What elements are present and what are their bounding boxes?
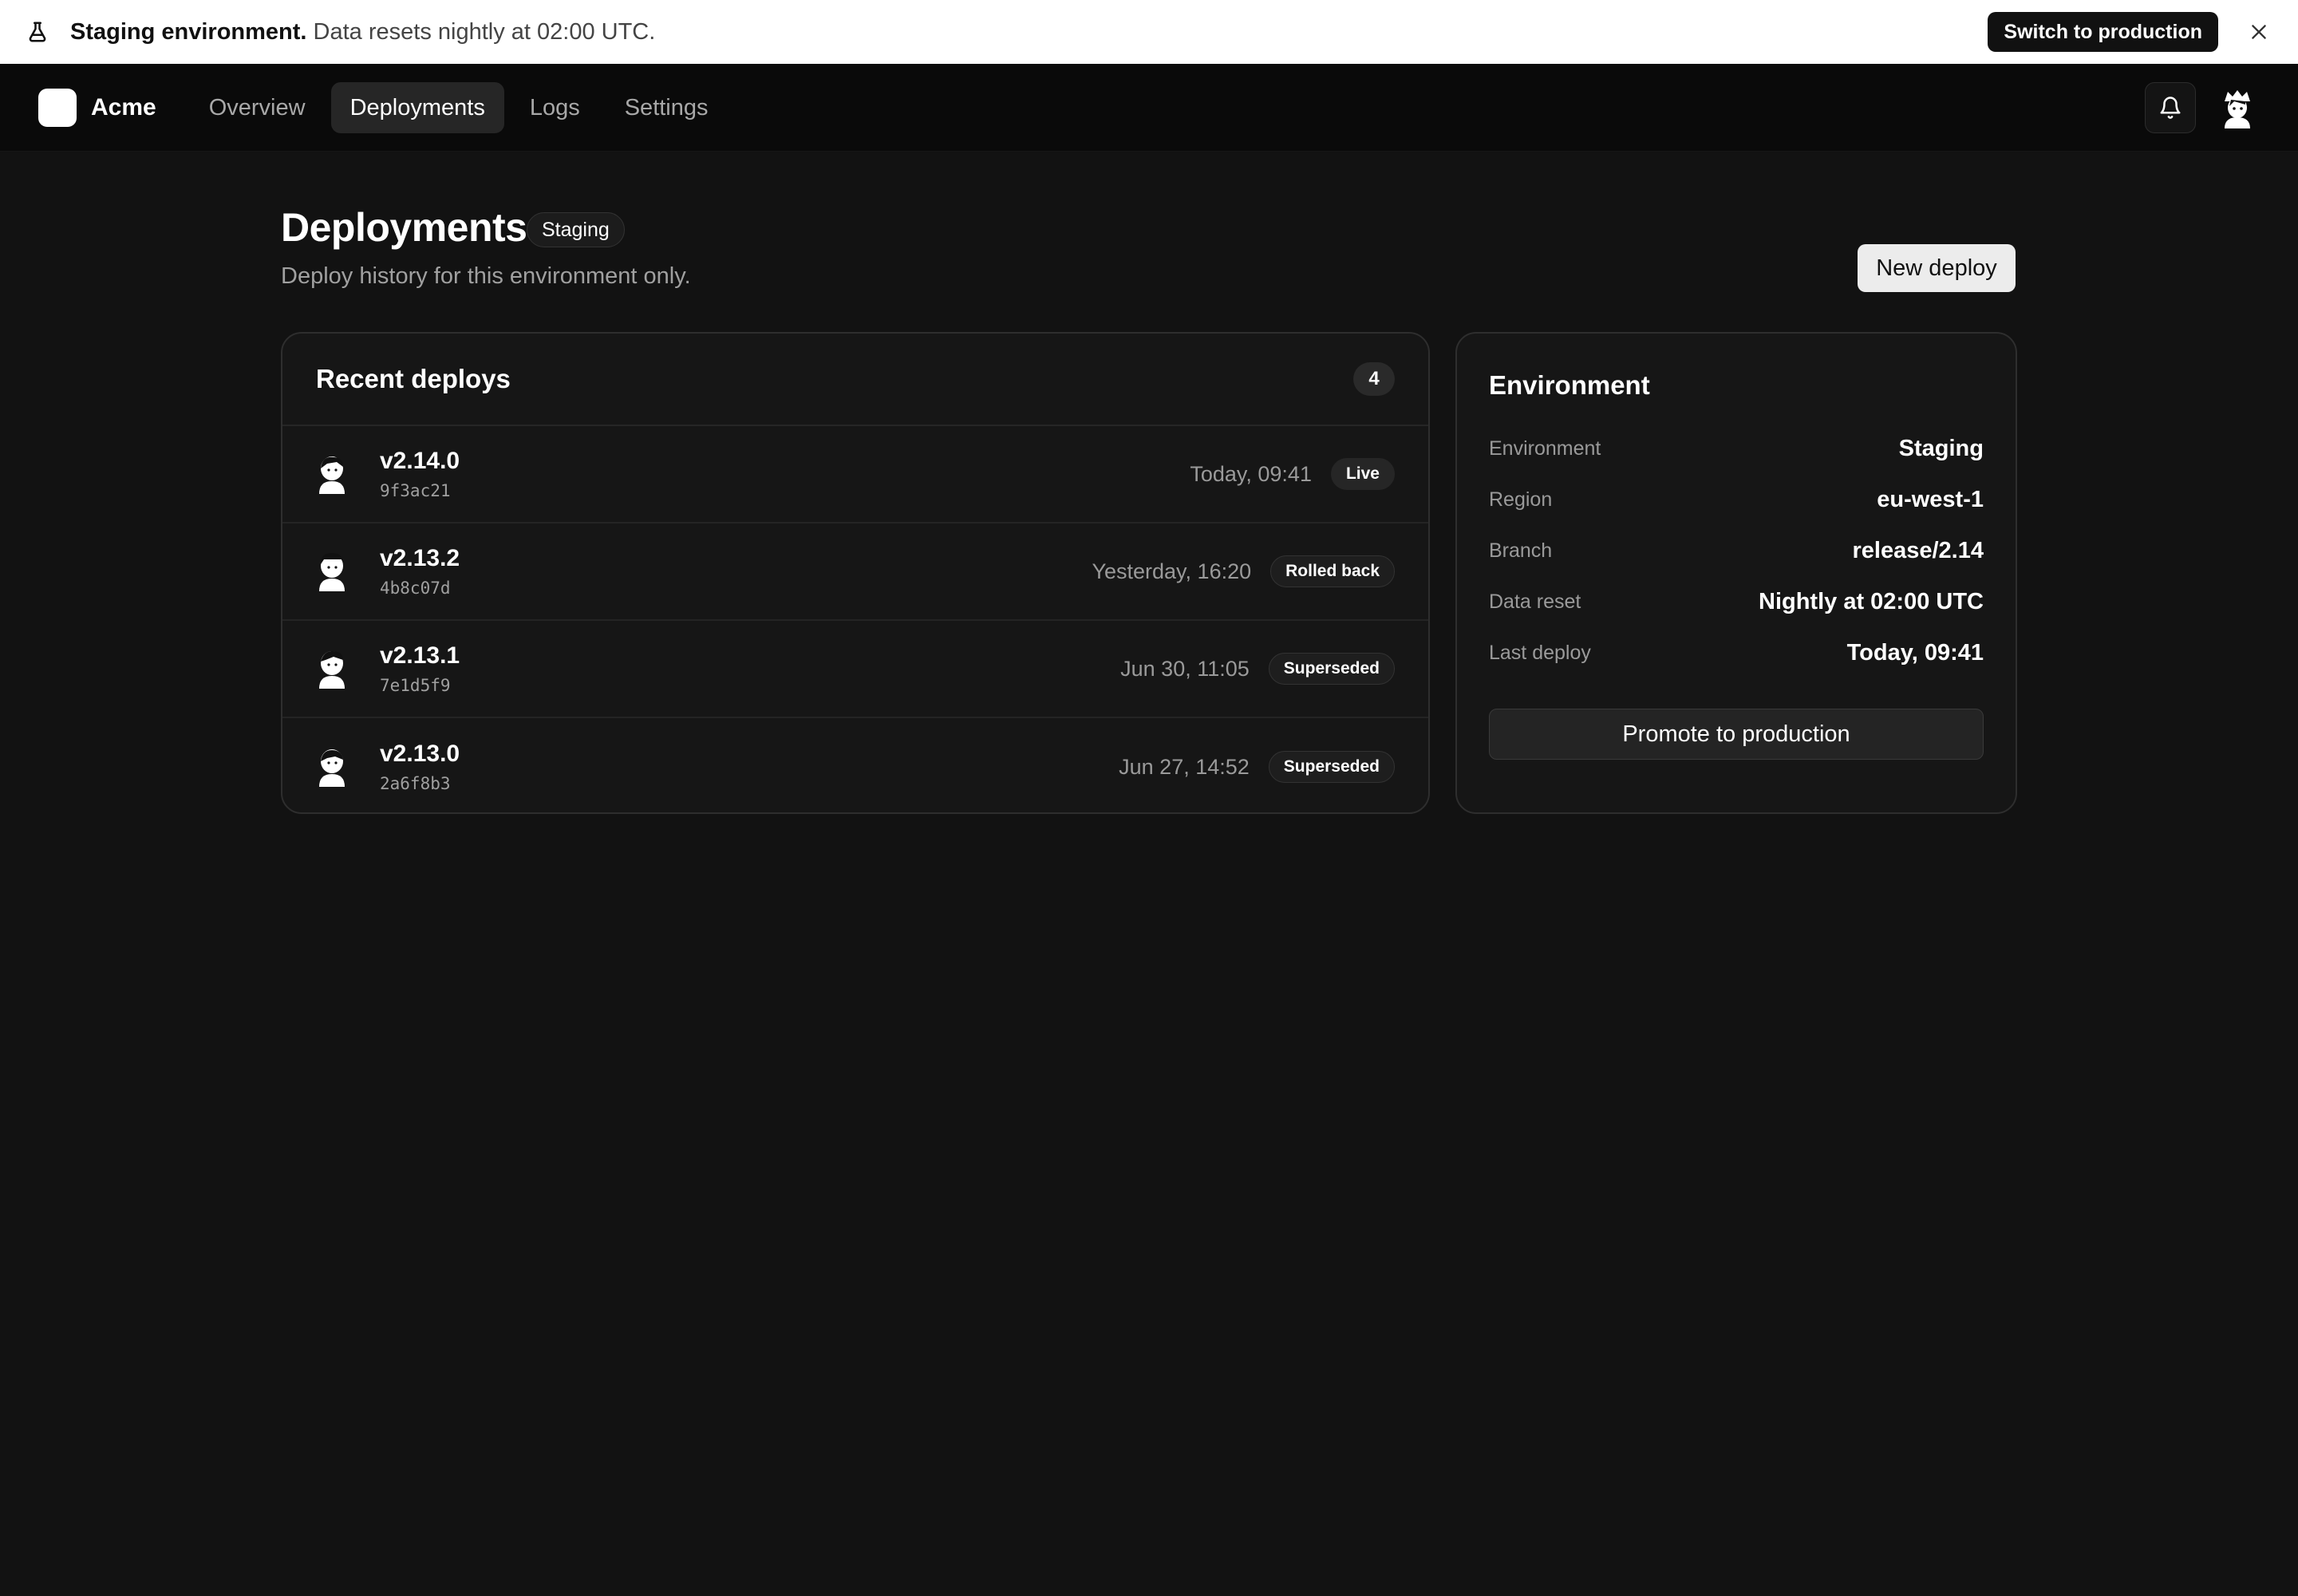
field-value: Today, 09:41 [1846, 639, 1984, 666]
deploy-version: v2.13.2 [380, 545, 460, 571]
field-value: Nightly at 02:00 UTC [1759, 588, 1984, 614]
author-avatar [319, 456, 345, 494]
banner-title: Staging environment. [70, 18, 307, 45]
environment-badge: Staging [527, 212, 625, 247]
recent-deploys-card: Recent deploys 4 v2.14.0 9f3ac21 Today, … [281, 332, 1430, 814]
author-avatar [319, 650, 345, 689]
page-title: Deployments [281, 205, 527, 250]
nav-item-deployments[interactable]: Deployments [330, 81, 504, 133]
deploy-row[interactable]: v2.13.1 7e1d5f9 Jun 30, 11:05 Superseded [282, 621, 1428, 718]
user-avatar[interactable] [2218, 87, 2257, 128]
deploy-time: Jun 30, 11:05 [1120, 656, 1250, 681]
env-field-data-reset: Data reset Nightly at 02:00 UTC [1489, 576, 1984, 627]
page-subtitle: Deploy history for this environment only… [281, 263, 691, 289]
deploy-time: Yesterday, 16:20 [1092, 559, 1252, 583]
nav-item-settings[interactable]: Settings [606, 82, 728, 133]
promote-to-production-button[interactable]: Promote to production [1489, 709, 1984, 760]
close-icon[interactable] [2249, 22, 2269, 42]
deploy-version: v2.13.1 [380, 642, 460, 669]
bell-icon [2160, 96, 2181, 119]
commit-hash: 4b8c07d [380, 579, 451, 598]
recent-deploys-header: Recent deploys 4 [282, 334, 1428, 426]
switch-to-production-button[interactable]: Switch to production [1988, 12, 2218, 52]
acme-logo[interactable] [38, 88, 77, 127]
commit-hash: 9f3ac21 [380, 481, 451, 500]
field-label: Data reset [1489, 590, 1581, 613]
env-field-branch: Branch release/2.14 [1489, 525, 1984, 576]
status-badge: Live [1330, 458, 1395, 490]
field-value: Staging [1898, 435, 1984, 461]
deploy-row[interactable]: v2.13.0 2a6f8b3 Jun 27, 14:52 Superseded [282, 718, 1428, 812]
flask-icon [29, 22, 46, 42]
commit-hash: 2a6f8b3 [380, 774, 451, 793]
field-label: Region [1489, 488, 1553, 511]
env-field-region: Region eu-west-1 [1489, 474, 1984, 525]
deploy-count-badge: 4 [1353, 362, 1395, 396]
field-value: release/2.14 [1852, 537, 1984, 563]
author-avatar [319, 749, 345, 787]
banner-message: Staging environment. Data resets nightly… [70, 19, 655, 45]
nav-item-logs[interactable]: Logs [511, 82, 599, 133]
env-field-last-deploy: Last deploy Today, 09:41 [1489, 627, 1984, 678]
field-label: Environment [1489, 437, 1601, 460]
commit-hash: 7e1d5f9 [380, 676, 451, 695]
notifications-button[interactable] [2145, 81, 2196, 133]
field-label: Branch [1489, 539, 1553, 562]
deploy-time: Jun 27, 14:52 [1119, 754, 1250, 779]
staging-banner: Staging environment. Data resets nightly… [0, 0, 2298, 64]
environment-card: Environment Environment Staging Region e… [1455, 332, 2017, 814]
deploy-row[interactable]: v2.14.0 9f3ac21 Today, 09:41 Live [282, 426, 1428, 523]
top-nav: Acme Overview Deployments Logs Settings [0, 64, 2298, 152]
env-field-environment: Environment Staging [1489, 423, 1984, 474]
nav-item-overview[interactable]: Overview [190, 82, 325, 133]
status-badge: Superseded [1268, 751, 1395, 783]
recent-deploys-title: Recent deploys [316, 364, 511, 393]
field-value: eu-west-1 [1877, 486, 1984, 512]
status-badge: Rolled back [1270, 555, 1395, 587]
deploy-version: v2.14.0 [380, 448, 460, 474]
deploy-row[interactable]: v2.13.2 4b8c07d Yesterday, 16:20 Rolled … [282, 523, 1428, 621]
deploy-time: Today, 09:41 [1190, 461, 1312, 486]
author-avatar [319, 553, 345, 591]
banner-text: Data resets nightly at 02:00 UTC. [306, 18, 656, 45]
new-deploy-button[interactable]: New deploy [1858, 244, 2016, 292]
brand-name[interactable]: Acme [91, 94, 156, 121]
deploy-version: v2.13.0 [380, 741, 460, 767]
status-badge: Superseded [1268, 653, 1395, 685]
field-label: Last deploy [1489, 641, 1591, 664]
environment-card-title: Environment [1489, 370, 1650, 400]
